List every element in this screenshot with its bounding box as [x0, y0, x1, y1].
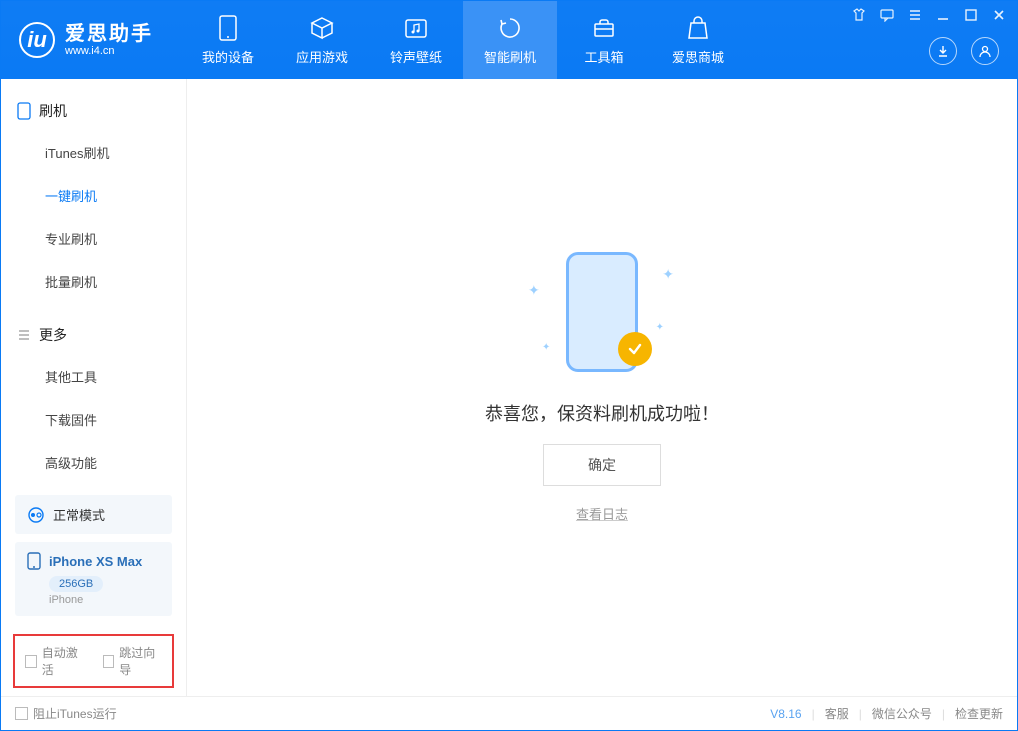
sidebar-item-oneclick[interactable]: 一键刷机 [1, 174, 186, 217]
separator: | [812, 707, 815, 721]
footer: 阻止iTunes运行 V8.16 | 客服 | 微信公众号 | 检查更新 [1, 696, 1017, 730]
sidebar-item-advanced[interactable]: 高级功能 [1, 441, 186, 484]
check-update-link[interactable]: 检查更新 [955, 705, 1003, 722]
device-box[interactable]: iPhone XS Max 256GB iPhone [15, 542, 172, 616]
tab-ringtone[interactable]: 铃声壁纸 [369, 1, 463, 79]
sidebar: 刷机 iTunes刷机 一键刷机 专业刷机 批量刷机 更多 其他工具 下载固件 … [1, 79, 187, 696]
sidebar-item-pro[interactable]: 专业刷机 [1, 217, 186, 260]
download-icon[interactable] [929, 37, 957, 65]
section-header-flash: 刷机 [1, 91, 186, 131]
list-icon [17, 328, 31, 342]
main-content: ✦ ✦ ✦ ✦ 恭喜您，保资料刷机成功啦！ 确定 查看日志 [187, 79, 1017, 696]
phone-small-icon [17, 102, 31, 120]
cube-icon [309, 15, 335, 41]
check-badge-icon [618, 332, 652, 366]
mode-label: 正常模式 [53, 505, 105, 524]
tab-label: 爱思商城 [672, 47, 724, 66]
checkbox-label: 自动激活 [42, 644, 85, 678]
wechat-link[interactable]: 微信公众号 [872, 705, 932, 722]
ok-button[interactable]: 确定 [543, 444, 661, 486]
sidebar-item-other[interactable]: 其他工具 [1, 355, 186, 398]
logo-area: iu 爱思助手 www.i4.cn [1, 22, 171, 58]
mode-box[interactable]: 正常模式 [15, 495, 172, 534]
sidebar-item-itunes[interactable]: iTunes刷机 [1, 131, 186, 174]
device-type: iPhone [49, 594, 160, 606]
section-header-more: 更多 [1, 315, 186, 355]
version-label: V8.16 [770, 707, 801, 721]
device-phone-icon [27, 552, 41, 570]
refresh-shield-icon [497, 15, 523, 41]
success-message: 恭喜您，保资料刷机成功啦！ [485, 400, 719, 426]
tab-smart-flash[interactable]: 智能刷机 [463, 1, 557, 79]
tab-label: 应用游戏 [296, 47, 348, 66]
checkbox-auto-activate[interactable]: 自动激活 [25, 644, 85, 678]
separator: | [942, 707, 945, 721]
checkbox-skip-guide[interactable]: 跳过向导 [103, 644, 163, 678]
body-area: 刷机 iTunes刷机 一键刷机 专业刷机 批量刷机 更多 其他工具 下载固件 … [1, 79, 1017, 696]
music-folder-icon [403, 15, 429, 41]
feedback-icon[interactable] [879, 7, 895, 23]
titlebar: iu 爱思助手 www.i4.cn 我的设备 应用游戏 铃声壁纸 智能刷机 [1, 1, 1017, 79]
header-user-icons [929, 37, 999, 65]
logo-text: 爱思助手 www.i4.cn [65, 23, 153, 57]
tab-toolbox[interactable]: 工具箱 [557, 1, 651, 79]
phone-icon [215, 15, 241, 41]
section-more: 更多 其他工具 下载固件 高级功能 [1, 303, 186, 484]
toolbox-icon [591, 15, 617, 41]
device-name-row: iPhone XS Max [27, 552, 160, 570]
checkbox-box-icon [15, 707, 28, 720]
separator: | [859, 707, 862, 721]
app-site: www.i4.cn [65, 45, 153, 57]
nav-tabs: 我的设备 应用游戏 铃声壁纸 智能刷机 工具箱 爱思商城 [181, 1, 745, 79]
logo-icon: iu [19, 22, 55, 58]
bottom-check-row: 自动激活 跳过向导 [13, 634, 174, 688]
sidebar-item-batch[interactable]: 批量刷机 [1, 260, 186, 303]
storage-badge: 256GB [49, 576, 103, 592]
sparkle-icon: ✦ [662, 266, 674, 283]
section-title: 更多 [39, 325, 67, 345]
tab-label: 铃声壁纸 [390, 47, 442, 66]
checkbox-label: 跳过向导 [119, 644, 162, 678]
success-illustration: ✦ ✦ ✦ ✦ [522, 252, 682, 382]
checkbox-block-itunes[interactable]: 阻止iTunes运行 [15, 705, 117, 722]
user-icon[interactable] [971, 37, 999, 65]
tab-label: 我的设备 [202, 47, 254, 66]
window-controls [851, 7, 1007, 23]
section-flash: 刷机 iTunes刷机 一键刷机 专业刷机 批量刷机 [1, 79, 186, 303]
app-name: 爱思助手 [65, 23, 153, 45]
section-title: 刷机 [39, 101, 67, 121]
tab-my-device[interactable]: 我的设备 [181, 1, 275, 79]
app-window: iu 爱思助手 www.i4.cn 我的设备 应用游戏 铃声壁纸 智能刷机 [0, 0, 1018, 731]
tab-apps[interactable]: 应用游戏 [275, 1, 369, 79]
checkbox-label: 阻止iTunes运行 [33, 705, 117, 722]
sparkle-icon: ✦ [528, 282, 540, 299]
view-log-link[interactable]: 查看日志 [576, 504, 628, 523]
maximize-icon[interactable] [963, 7, 979, 23]
checkbox-box-icon [25, 655, 37, 668]
support-link[interactable]: 客服 [825, 705, 849, 722]
shirt-icon[interactable] [851, 7, 867, 23]
tab-store[interactable]: 爱思商城 [651, 1, 745, 79]
tab-label: 工具箱 [584, 47, 623, 66]
footer-right: V8.16 | 客服 | 微信公众号 | 检查更新 [770, 705, 1003, 722]
mode-icon [27, 506, 45, 524]
tab-label: 智能刷机 [484, 47, 536, 66]
close-icon[interactable] [991, 7, 1007, 23]
minimize-icon[interactable] [935, 7, 951, 23]
bag-icon [685, 15, 711, 41]
sparkle-icon: ✦ [656, 322, 664, 333]
menu-icon[interactable] [907, 7, 923, 23]
sidebar-item-firmware[interactable]: 下载固件 [1, 398, 186, 441]
checkbox-box-icon [103, 655, 115, 668]
sparkle-icon: ✦ [542, 342, 550, 353]
device-name: iPhone XS Max [49, 554, 142, 569]
